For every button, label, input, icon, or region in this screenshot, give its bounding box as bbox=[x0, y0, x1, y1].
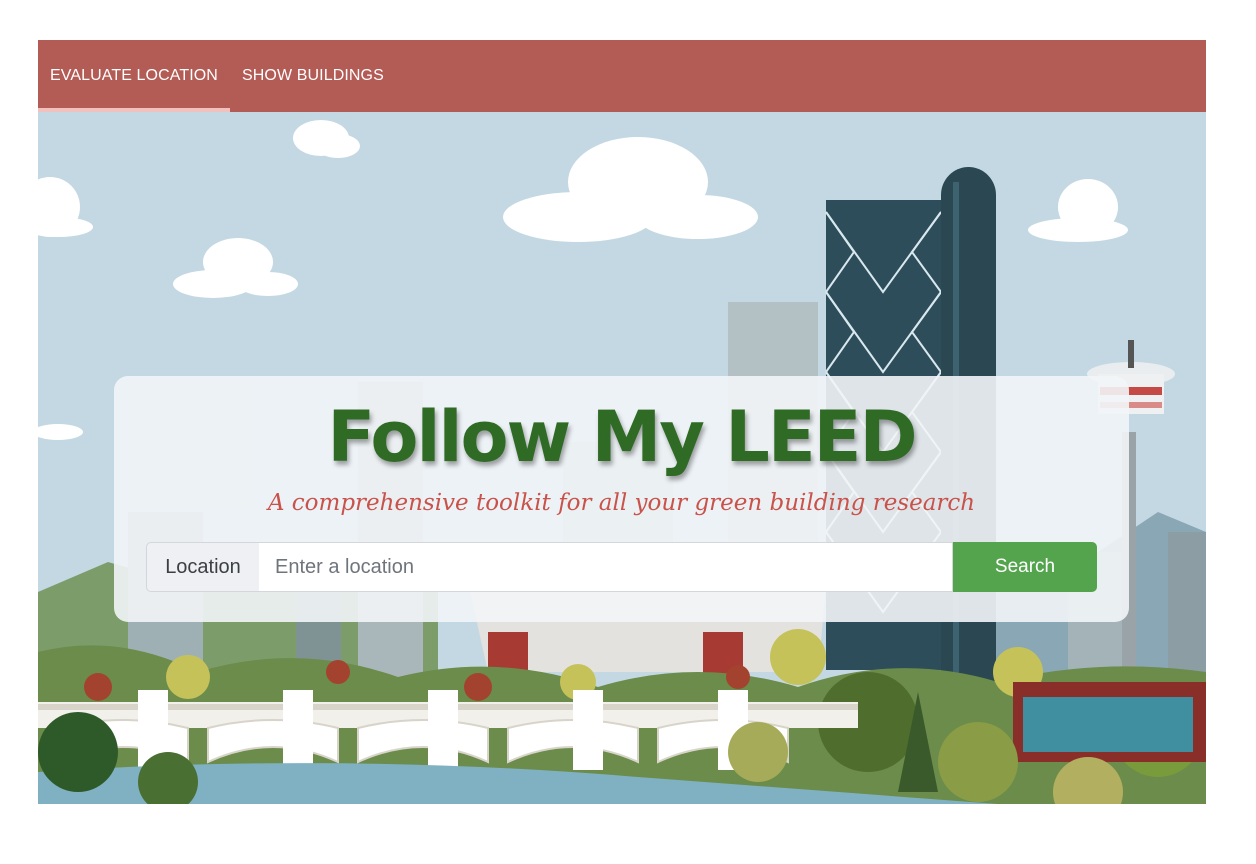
search-card: Follow My LEED A comprehensive toolkit f… bbox=[114, 376, 1129, 622]
hero-banner: Follow My LEED A comprehensive toolkit f… bbox=[38, 112, 1206, 804]
page-subtitle: A comprehensive toolkit for all your gre… bbox=[267, 490, 976, 516]
tab-show-buildings[interactable]: SHOW BUILDINGS bbox=[230, 40, 396, 112]
tab-evaluate-location-label: EVALUATE LOCATION bbox=[50, 67, 218, 84]
tab-show-buildings-label: SHOW BUILDINGS bbox=[242, 67, 384, 84]
top-navbar: EVALUATE LOCATION SHOW BUILDINGS bbox=[38, 40, 1206, 112]
app-frame: EVALUATE LOCATION SHOW BUILDINGS Follow … bbox=[38, 40, 1206, 804]
search-button[interactable]: Search bbox=[953, 542, 1097, 592]
location-label: Location bbox=[146, 542, 260, 592]
tab-evaluate-location[interactable]: EVALUATE LOCATION bbox=[38, 40, 230, 112]
page-title: Follow My LEED bbox=[327, 396, 917, 478]
location-input[interactable] bbox=[259, 542, 953, 592]
location-search-group: Location Search bbox=[146, 542, 1097, 592]
